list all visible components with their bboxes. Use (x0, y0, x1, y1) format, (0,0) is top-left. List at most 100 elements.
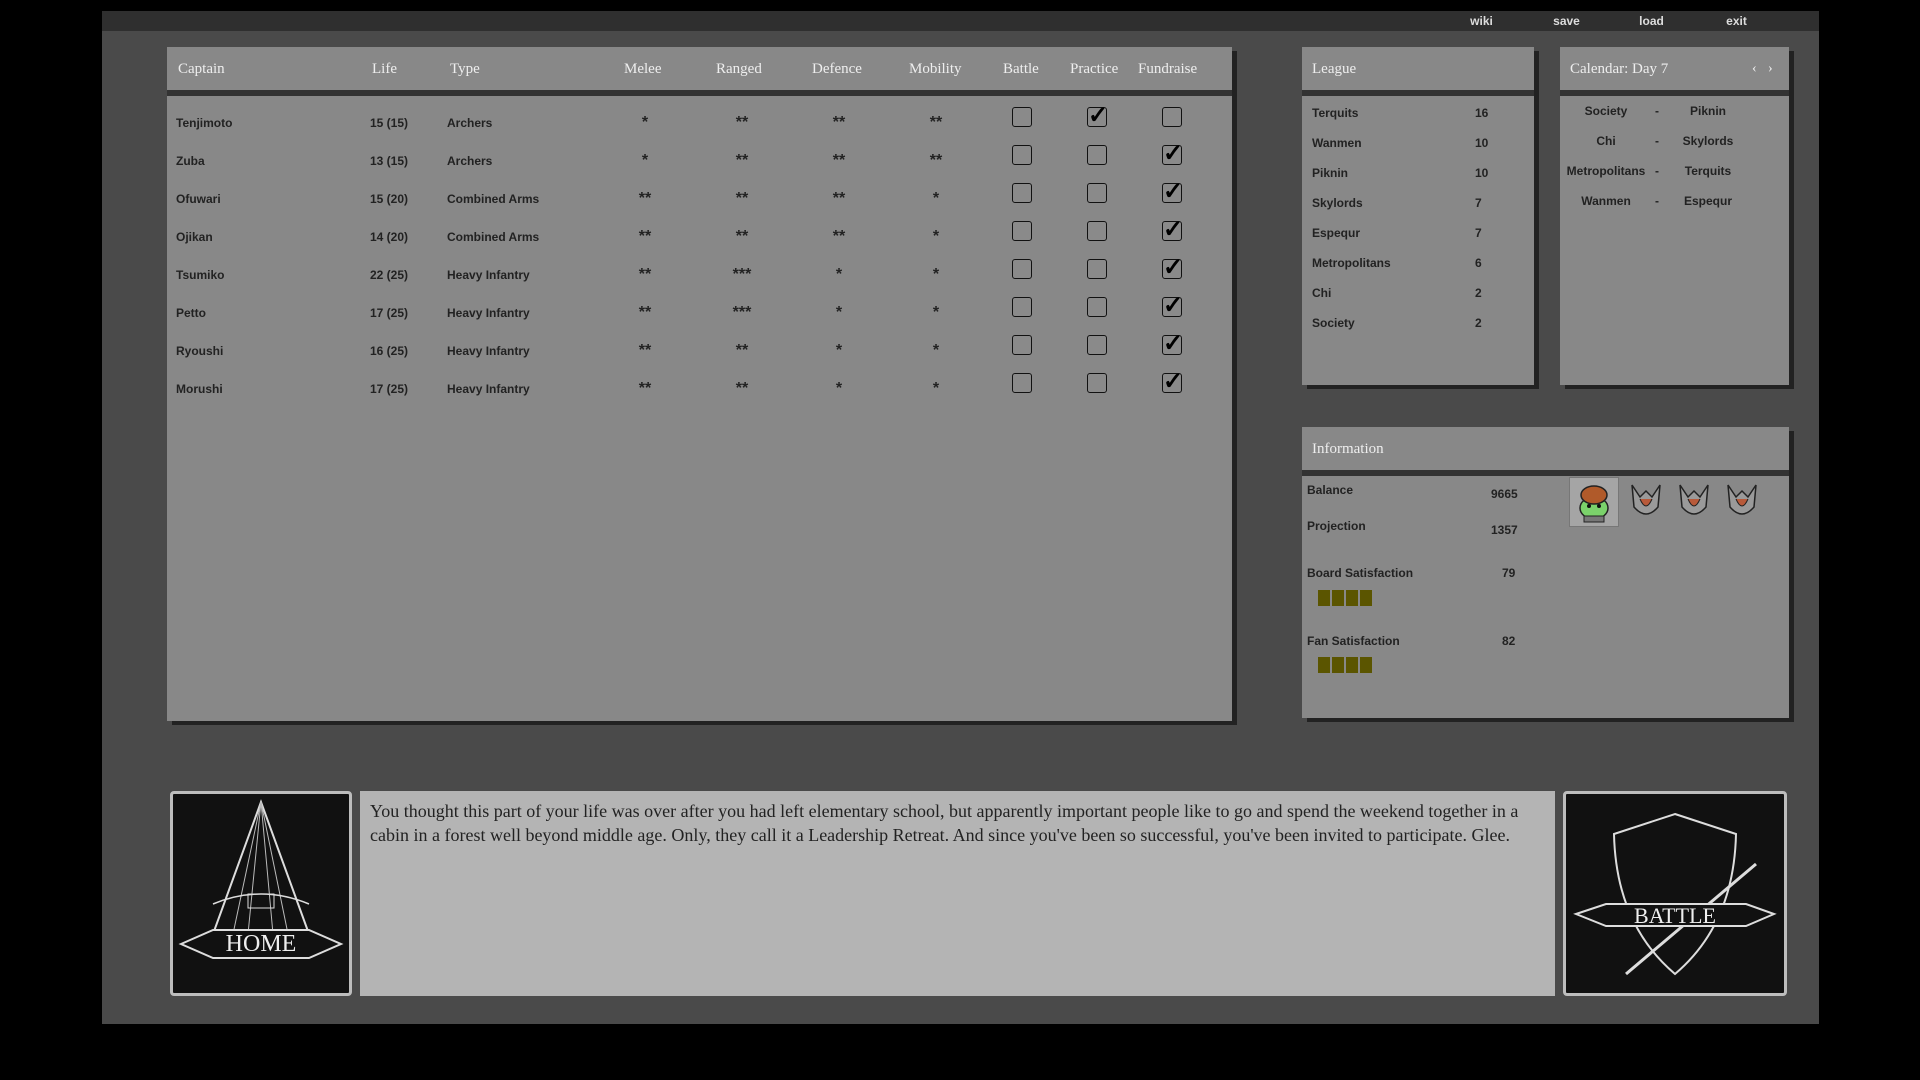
calendar-match: Metropolitans - Terquits (1560, 164, 1789, 194)
fundraise-checkbox[interactable] (1162, 330, 1183, 358)
col-battle: Battle (1003, 61, 1039, 77)
col-practice: Practice (1070, 61, 1119, 77)
roster-ranged: ** (735, 190, 749, 207)
board-satisfaction-label: Board Satisfaction (1307, 566, 1414, 580)
exit-button[interactable]: exit (1694, 11, 1779, 31)
fundraise-checkbox[interactable] (1162, 107, 1182, 127)
information-panel: Information Balance 9665 Projection 1357… (1302, 427, 1789, 718)
information-title: Information (1312, 441, 1384, 457)
home-label: HOME (226, 931, 297, 957)
fundraise-checkbox[interactable] (1162, 292, 1183, 320)
roster-life: 17 (25) (370, 306, 409, 320)
roster-mobility: * (932, 266, 940, 283)
roster-name: Tsumiko (176, 268, 225, 282)
roster-melee: ** (638, 342, 652, 359)
satisfaction-segment (1332, 657, 1344, 673)
league-team-name: Chi (1312, 286, 1332, 300)
roster-row[interactable]: Ofuwari 15 (20) Combined Arms ** ** ** * (167, 178, 1232, 218)
roster-life: 15 (15) (370, 116, 409, 130)
roster-defence: * (835, 380, 843, 397)
fundraise-checkbox[interactable] (1162, 140, 1183, 168)
calendar-sep: - (1655, 194, 1659, 208)
calendar-panel: Calendar: Day 7 ‹ › Society - Piknin Chi - Sk… (1560, 47, 1789, 385)
roster-row[interactable]: Morushi 17 (25) Heavy Infantry ** ** * * (167, 368, 1232, 408)
league-row: Piknin 10 (1302, 166, 1534, 196)
calendar-match: Chi - Skylords (1560, 134, 1789, 164)
roster-type: Heavy Infantry (447, 382, 530, 396)
practice-checkbox[interactable] (1087, 145, 1107, 165)
home-button[interactable]: HOME (170, 791, 352, 996)
roster-row[interactable]: Ojikan 14 (20) Combined Arms ** ** ** * (167, 216, 1232, 256)
fundraise-checkbox[interactable] (1162, 216, 1183, 244)
roster-defence: * (835, 304, 843, 321)
battle-checkbox[interactable] (1012, 297, 1032, 317)
league-row: Terquits 16 (1302, 106, 1534, 136)
league-header: League (1302, 47, 1534, 96)
projection-label: Projection (1307, 519, 1366, 533)
practice-checkbox[interactable] (1087, 297, 1107, 317)
calendar-title: Calendar: Day 7 (1570, 61, 1669, 77)
battle-checkbox[interactable] (1012, 145, 1032, 165)
roster-row[interactable]: Tenjimoto 15 (15) Archers * ** ** ** (167, 102, 1232, 142)
roster-mobility: * (932, 380, 940, 397)
roster-defence: ** (832, 152, 846, 169)
league-team-name: Society (1312, 316, 1355, 330)
roster-type: Archers (447, 116, 493, 130)
fundraise-checkbox[interactable] (1162, 368, 1183, 396)
battle-checkbox[interactable] (1012, 335, 1032, 355)
selected-portrait[interactable] (1569, 477, 1619, 527)
helmet-portrait-icon-1[interactable] (1622, 477, 1670, 525)
roster-ranged: *** (732, 266, 752, 283)
next-day-icon[interactable]: › (1768, 61, 1773, 77)
practice-checkbox[interactable] (1087, 183, 1107, 203)
fundraise-checkbox[interactable] (1162, 178, 1183, 206)
roster-defence: * (835, 342, 843, 359)
practice-checkbox[interactable] (1087, 335, 1107, 355)
league-team-points: 7 (1475, 226, 1482, 240)
battle-checkbox[interactable] (1012, 259, 1032, 279)
roster-row[interactable]: Zuba 13 (15) Archers * ** ** ** (167, 140, 1232, 180)
calendar-sep: - (1655, 134, 1659, 148)
col-life: Life (372, 61, 397, 77)
load-button[interactable]: load (1609, 11, 1694, 31)
practice-checkbox[interactable] (1087, 102, 1108, 130)
roster-row[interactable]: Petto 17 (25) Heavy Infantry ** *** * * (167, 292, 1232, 332)
prev-day-icon[interactable]: ‹ (1752, 61, 1757, 77)
fundraise-checkbox[interactable] (1162, 254, 1183, 282)
satisfaction-segment (1360, 590, 1372, 606)
roster-row[interactable]: Tsumiko 22 (25) Heavy Infantry ** *** * * (167, 254, 1232, 294)
league-team-name: Metropolitans (1312, 256, 1391, 270)
roster-defence: ** (832, 190, 846, 207)
helmet-portrait-icon-3[interactable] (1718, 477, 1766, 525)
battle-checkbox[interactable] (1012, 221, 1032, 241)
league-title: League (1312, 61, 1357, 77)
calendar-home: Society (1584, 104, 1628, 118)
helmet-portrait-icon-2[interactable] (1670, 477, 1718, 525)
league-row: Espequr 7 (1302, 226, 1534, 256)
col-defence: Defence (812, 61, 862, 77)
top-menu-bar: wiki save load exit (102, 11, 1819, 31)
roster-life: 22 (25) (370, 268, 409, 282)
roster-melee: ** (638, 228, 652, 245)
projection-value: 1357 (1491, 523, 1518, 537)
roster-name: Zuba (176, 154, 205, 168)
league-team-name: Piknin (1312, 166, 1349, 180)
practice-checkbox[interactable] (1087, 221, 1107, 241)
practice-checkbox[interactable] (1087, 373, 1107, 393)
calendar-header: Calendar: Day 7 ‹ › (1560, 47, 1789, 96)
roster-name: Morushi (176, 382, 223, 396)
practice-checkbox[interactable] (1087, 259, 1107, 279)
save-button[interactable]: save (1524, 11, 1609, 31)
roster-type: Archers (447, 154, 493, 168)
battle-checkbox[interactable] (1012, 183, 1032, 203)
league-row: Metropolitans 6 (1302, 256, 1534, 286)
league-panel: League Terquits 16 Wanmen 10 Piknin 10 Skylord… (1302, 47, 1534, 385)
league-team-points: 2 (1475, 316, 1482, 330)
roster-row[interactable]: Ryoushi 16 (25) Heavy Infantry ** ** * * (167, 330, 1232, 370)
league-team-points: 10 (1475, 136, 1489, 150)
story-area: HOME You thought this part of your life … (170, 791, 1787, 996)
battle-button[interactable]: BATTLE (1563, 791, 1787, 996)
battle-checkbox[interactable] (1012, 373, 1032, 393)
wiki-button[interactable]: wiki (1439, 11, 1524, 31)
battle-checkbox[interactable] (1012, 107, 1032, 127)
